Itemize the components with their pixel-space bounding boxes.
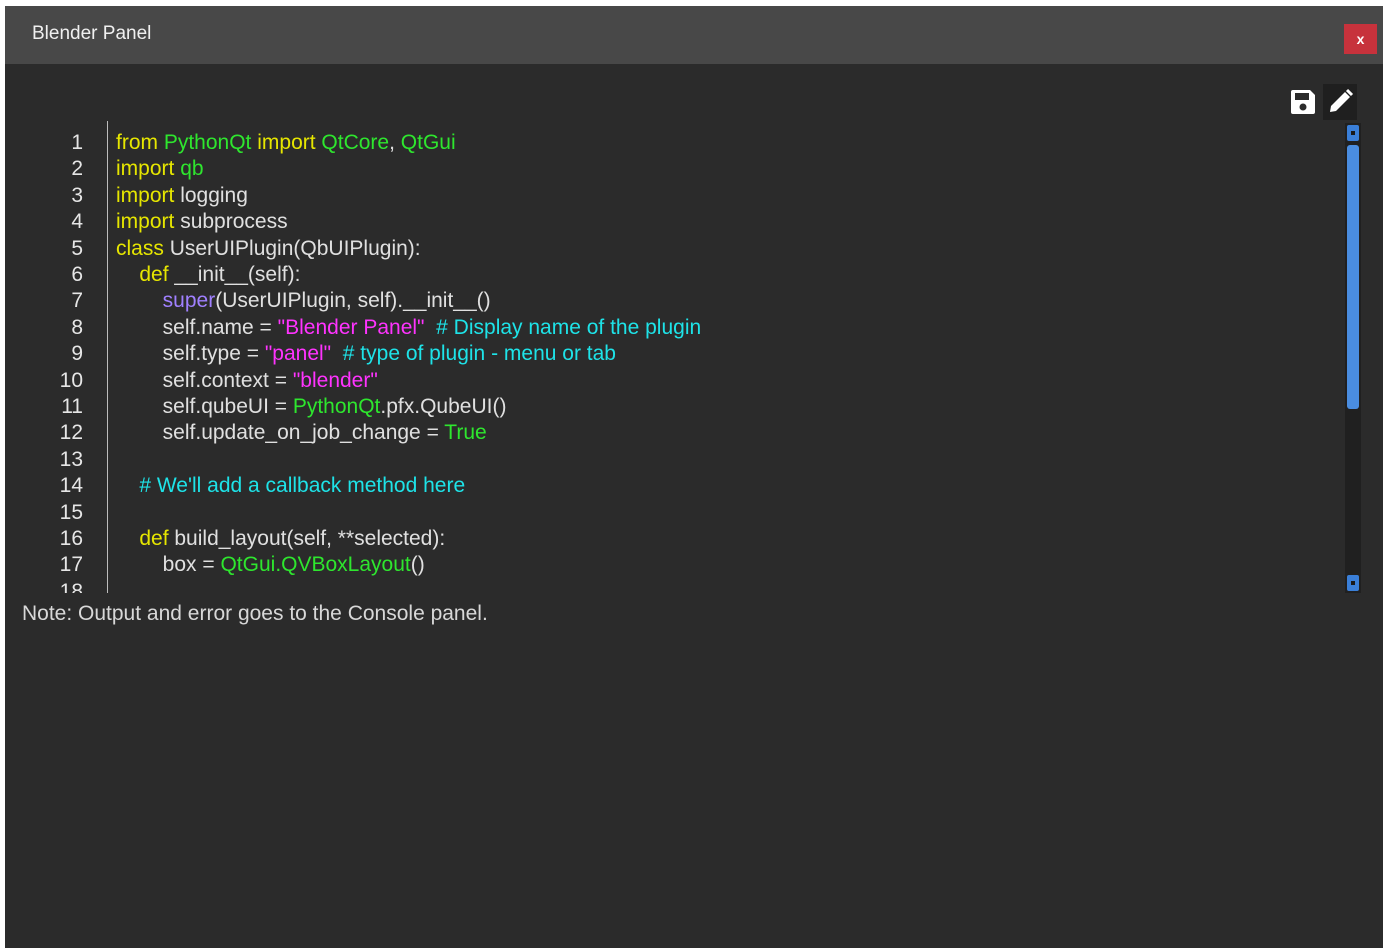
code-line: def __init__(self): [116,262,300,288]
code-token: import [116,210,181,234]
line-number: 13 [59,447,83,471]
code-token: import [116,157,181,181]
line-number: 2 [71,157,83,181]
editor-toolbar [1286,84,1362,120]
code-token: qb [180,157,204,181]
code-line: self.name = "Blender Panel" # Display na… [116,315,702,341]
code-token: class [116,236,170,260]
code-token: () [410,553,425,577]
line-number: 17 [59,553,83,577]
code-line: class UserUIPlugin(QbUIPlugin): [116,236,421,262]
edit-button[interactable] [1323,84,1357,120]
line-number: 16 [59,527,83,550]
code-token: self.update_on_job_change = [116,421,445,445]
code-token: logging [180,183,248,207]
close-icon: x [1356,31,1365,47]
code-token: self.qubeUI = [116,395,293,418]
vertical-scrollbar[interactable] [1345,123,1361,593]
code-token: def [116,527,175,550]
code-line: self.context = "blender" [116,368,378,394]
code-line: from PythonQt import QtCore, QtGui [116,130,456,156]
code-token: True [444,421,487,445]
code-token: QtGui [400,131,456,154]
line-number: 15 [59,500,83,524]
scroll-down-button[interactable] [1347,575,1359,591]
code-token: # Display name of the plugin [424,315,702,339]
code-token: .pfx.QubeUI() [380,395,507,418]
code-line: self.type = "panel" # type of plugin - m… [116,341,616,367]
scrollbar-thumb[interactable] [1347,145,1359,409]
code-token: # type of plugin - menu or tab [331,342,616,366]
line-number: 8 [71,315,83,339]
code-token: PythonQt [292,395,381,418]
code-line: import subprocess [116,209,288,235]
code-token: "blender" [292,368,378,392]
code-line: box = QtGui.QVBoxLayout() [116,552,425,578]
code-line: import logging [116,183,248,209]
code-token: self.context = [116,368,293,392]
code-token: QtCore [321,131,390,154]
code-line: self.update_on_job_change = True [116,420,487,446]
line-number: 10 [59,368,83,392]
line-number: 14 [59,474,83,498]
close-button[interactable]: x [1344,24,1377,54]
code-line: # We'll add a callback method here [116,473,465,499]
line-number: 9 [71,342,83,366]
code-token: import [251,131,322,154]
line-number: 6 [71,263,83,286]
save-icon [1291,90,1315,114]
pencil-icon [1330,88,1354,112]
code-token: import [116,183,181,207]
code-line: def build_layout(self, **selected): [116,526,445,552]
code-token: PythonQt [163,131,252,154]
code-editor[interactable]: 1 2 3 4 5 6 7 8 9 10 11 12 13 14 15 16 17 18 from PythonQ… [5,121,1345,593]
code-token: UserUIPlugin(QbUIPlugin): [169,236,421,260]
code-token: # We'll add a callback method here [116,474,466,498]
code-token: super [116,289,216,313]
title-bar[interactable]: Blender Panel x [5,6,1383,64]
line-number-gutter: 1 2 3 4 5 6 7 8 9 10 11 12 13 14 15 16 17 18 [5,121,107,593]
code-token: self.name = [116,315,278,339]
code-area[interactable]: from PythonQt import QtCore, QtGui import… [116,121,1345,593]
code-line: self.qubeUI = PythonQt.pfx.QubeUI() [116,394,507,420]
line-number: 7 [71,289,83,313]
code-token: build_layout(self, **selected): [174,527,446,550]
code-token: self.type = [116,342,265,366]
code-token: from [116,131,164,154]
code-line: import qb [116,156,204,182]
line-number: 1 [71,131,83,154]
plugin-window: Blender Panel x 1 2 3 4 5 6 7 8 9 10 11 12 13 14 15 16 1… [5,6,1383,948]
code-token: def [116,263,175,286]
gutter-divider [107,121,108,593]
code-token: subprocess [180,210,288,234]
code-token: , [389,131,401,154]
output-note: Note: Output and error goes to the Conso… [22,602,488,625]
code-token: "Blender Panel" [277,315,425,339]
code-token: box = [116,553,221,577]
code-token: QtGui.QVBoxLayout [220,553,411,577]
line-number: 11 [61,395,83,418]
line-number: 18 [59,579,83,593]
code-token: "panel" [264,342,332,366]
line-number: 3 [71,183,83,207]
line-number: 5 [71,236,83,260]
save-button[interactable] [1286,84,1320,120]
code-token: __init__(self): [174,263,301,286]
window-title: Blender Panel [32,23,152,44]
scroll-up-button[interactable] [1347,125,1359,141]
line-number: 4 [71,210,83,234]
code-line: super(UserUIPlugin, self).__init__() [116,288,491,314]
line-number: 12 [59,421,83,445]
code-token: (UserUIPlugin, self).__init__() [215,289,491,313]
